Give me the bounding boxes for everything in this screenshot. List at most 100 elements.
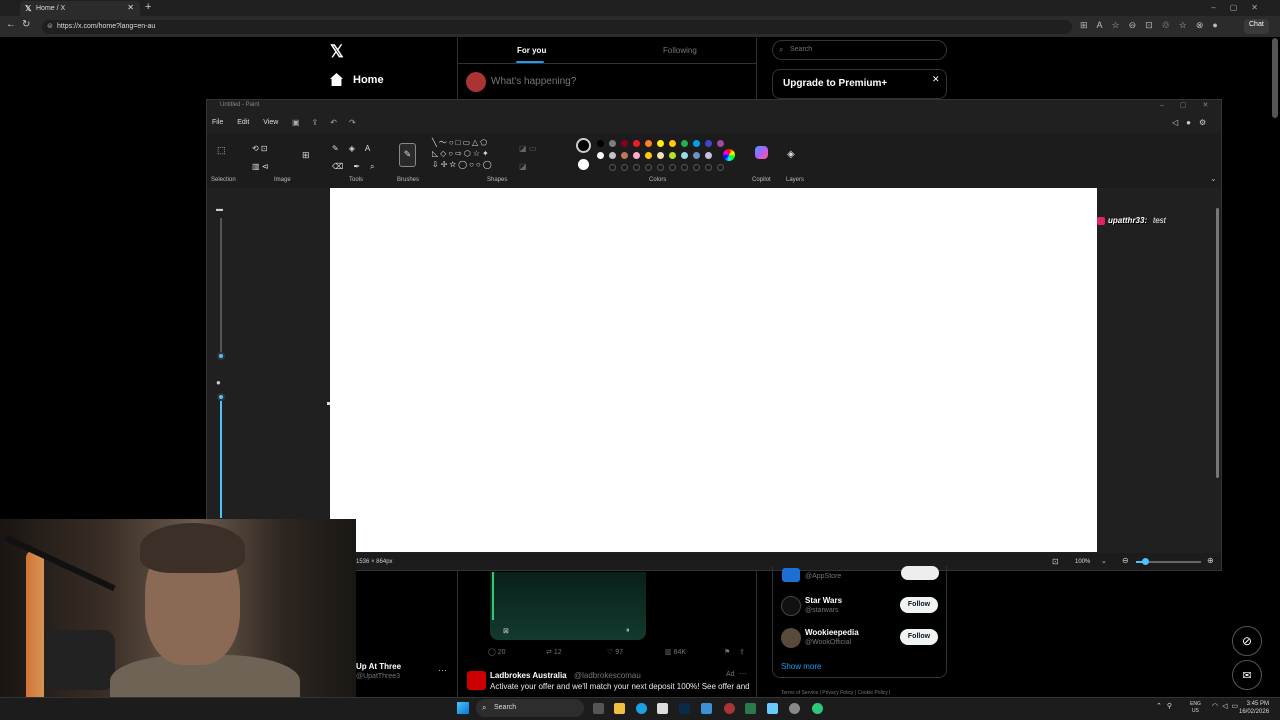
taskbar-search[interactable]: ⌕ Search bbox=[476, 699, 584, 717]
save-share-undo-redo-icons[interactable]: ▣⇪↶↷ bbox=[292, 118, 368, 127]
more-icon[interactable]: ··· bbox=[438, 665, 447, 675]
select-icon[interactable]: ⬚ bbox=[217, 145, 226, 156]
custom-color-slot[interactable] bbox=[621, 164, 628, 171]
show-more-link[interactable]: Show more bbox=[781, 662, 821, 671]
paint-window-controls[interactable]: –▢✕ bbox=[1160, 101, 1224, 109]
custom-color-slot[interactable] bbox=[633, 164, 640, 171]
edit-colors-icon[interactable] bbox=[723, 149, 735, 161]
drawing-canvas[interactable] bbox=[330, 188, 1097, 552]
account-name[interactable]: Up At Three bbox=[356, 662, 401, 671]
who-name-wookieepedia[interactable]: Wookieepedia bbox=[805, 628, 859, 637]
network-volume-battery-icons[interactable]: ◠◁▭ bbox=[1212, 702, 1242, 710]
custom-color-slot[interactable] bbox=[657, 164, 664, 171]
color-swatch[interactable] bbox=[669, 140, 676, 147]
custom-color-slot[interactable] bbox=[705, 164, 712, 171]
footer-links[interactable]: Terms of Service | Privacy Policy | Cook… bbox=[781, 690, 890, 696]
close-icon[interactable]: ✕ bbox=[932, 74, 940, 85]
avatar[interactable] bbox=[467, 671, 486, 690]
who-name-starwars[interactable]: Star Wars bbox=[805, 596, 842, 605]
color-swatch[interactable] bbox=[693, 140, 700, 147]
follow-button[interactable]: Follow bbox=[900, 629, 938, 645]
color-swatch[interactable] bbox=[693, 152, 700, 159]
account-handle[interactable]: @UpatThree3 bbox=[356, 673, 400, 680]
grok-icon[interactable]: ⊘ bbox=[1232, 626, 1262, 656]
chevron-down-icon[interactable]: ⌄ bbox=[1101, 557, 1107, 565]
browser-window-controls[interactable]: –▢✕ bbox=[1211, 3, 1272, 12]
reply-button[interactable]: ◯ 20 bbox=[488, 648, 506, 656]
color-palette[interactable] bbox=[597, 140, 724, 172]
nav-home[interactable]: Home bbox=[353, 74, 384, 86]
color-swatch[interactable] bbox=[705, 140, 712, 147]
color-swatch[interactable] bbox=[633, 152, 640, 159]
tab-following[interactable]: Following bbox=[663, 46, 697, 55]
notepad-icon[interactable] bbox=[767, 703, 778, 714]
opacity-thumb[interactable] bbox=[217, 393, 225, 401]
media-expand-icon[interactable]: ⊠ bbox=[503, 627, 509, 635]
who-handle-appstore[interactable]: @AppStore bbox=[805, 573, 841, 580]
menu-edit[interactable]: Edit bbox=[237, 119, 249, 126]
system-tray-icons[interactable]: ⌃⚲ bbox=[1156, 702, 1177, 710]
color-swatch[interactable] bbox=[597, 152, 604, 159]
chevron-down-icon[interactable]: ⌄ bbox=[1210, 174, 1217, 183]
x-logo-icon[interactable]: 𝕏 bbox=[330, 42, 344, 62]
shape-outline-fill-icons[interactable]: ◪ ▭ ◪ bbox=[519, 140, 536, 176]
color-swatch[interactable] bbox=[657, 152, 664, 159]
color-swatch[interactable] bbox=[621, 140, 628, 147]
zoom-level[interactable]: 100% bbox=[1075, 559, 1090, 565]
file-explorer-icon[interactable] bbox=[614, 703, 625, 714]
paint-account-settings-icons[interactable]: ◁●⚙ bbox=[1172, 118, 1214, 127]
tweet-media[interactable] bbox=[490, 572, 646, 640]
copilot-icon[interactable] bbox=[755, 146, 768, 159]
more-icon[interactable]: ··· bbox=[739, 669, 747, 678]
avatar[interactable] bbox=[781, 628, 801, 648]
opacity-slider[interactable] bbox=[220, 398, 222, 518]
who-handle-wookieepedia[interactable]: @WookOfficial bbox=[805, 639, 851, 646]
home-icon[interactable] bbox=[330, 73, 343, 86]
bookmark-icon[interactable]: ⚑ bbox=[724, 648, 730, 656]
url-field[interactable]: ⊜ https://x.com/home?lang=en-au bbox=[42, 20, 1072, 34]
fit-to-window-icon[interactable]: ⊡ bbox=[1052, 557, 1059, 566]
menu-file[interactable]: File bbox=[212, 119, 223, 126]
share-icon[interactable]: ⇪ bbox=[739, 648, 745, 656]
color-swatch[interactable] bbox=[597, 140, 604, 147]
drawing-tools-icons[interactable]: ✎◈A ⌫✒⌕ bbox=[332, 140, 385, 176]
color-swatch[interactable] bbox=[645, 152, 652, 159]
avatar[interactable] bbox=[782, 568, 800, 582]
menu-view[interactable]: View bbox=[263, 119, 278, 126]
custom-color-slot[interactable] bbox=[645, 164, 652, 171]
custom-color-slot[interactable] bbox=[669, 164, 676, 171]
custom-color-slot[interactable] bbox=[609, 164, 616, 171]
layers-icon[interactable]: ◈ bbox=[787, 149, 795, 160]
color-swatch[interactable] bbox=[633, 140, 640, 147]
image-tools-icons[interactable]: ⟲ ⊡ ▥ ⊲ bbox=[252, 140, 268, 176]
color-swatch[interactable] bbox=[681, 140, 688, 147]
app-icon[interactable] bbox=[724, 703, 735, 714]
media-pause-icon[interactable]: ⏸ bbox=[626, 627, 630, 635]
settings-icon[interactable] bbox=[789, 703, 800, 714]
task-view-icon[interactable] bbox=[593, 703, 604, 714]
browser-toolbar-icons[interactable]: ⊞A☆⊖⊡♲☆⊗● bbox=[1080, 20, 1227, 31]
color-swatch[interactable] bbox=[717, 140, 724, 147]
site-info-icon[interactable]: ⊜ bbox=[47, 22, 53, 30]
secondary-color[interactable] bbox=[578, 159, 589, 170]
app-icon[interactable] bbox=[812, 703, 823, 714]
language-indicator[interactable]: ENG US bbox=[1190, 701, 1201, 715]
avatar[interactable] bbox=[466, 72, 486, 92]
canvas-scrollbar[interactable] bbox=[1216, 208, 1219, 478]
ad-account-name[interactable]: Ladbrokes Australia bbox=[490, 671, 567, 680]
custom-color-slot[interactable] bbox=[681, 164, 688, 171]
color-swatch[interactable] bbox=[609, 140, 616, 147]
browser-tab[interactable]: 𝕏 Home / X ✕ bbox=[20, 1, 140, 16]
app-icon[interactable] bbox=[745, 703, 756, 714]
zoom-out-icon[interactable]: ⊖ bbox=[1122, 556, 1129, 565]
color-swatch[interactable] bbox=[645, 140, 652, 147]
zoom-in-icon[interactable]: ⊕ bbox=[1207, 556, 1214, 565]
image-crop-icon[interactable]: ⊞ bbox=[302, 150, 310, 161]
repost-button[interactable]: ⇄ 12 bbox=[546, 648, 562, 656]
start-icon[interactable] bbox=[457, 702, 469, 714]
follow-button[interactable] bbox=[901, 566, 939, 580]
shapes-gallery[interactable]: ╲〜○□▭△⬠ ◺◇○⇨⬡☆✦ ⇩✢✫◯○○◯ bbox=[432, 137, 494, 170]
primary-color[interactable] bbox=[576, 138, 591, 153]
custom-color-slot[interactable] bbox=[693, 164, 700, 171]
messages-icon[interactable]: ✉ bbox=[1232, 660, 1262, 690]
